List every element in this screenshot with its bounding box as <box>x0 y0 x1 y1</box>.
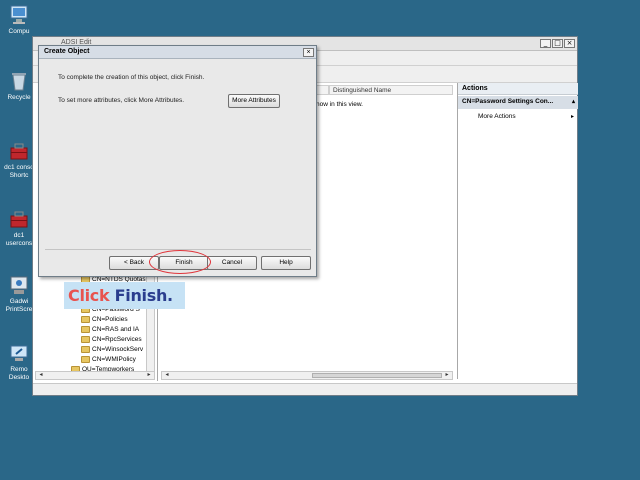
dialog-close-button[interactable]: × <box>303 48 314 57</box>
scroll-right-icon[interactable]: ▸ <box>443 372 451 379</box>
folder-icon <box>81 355 90 363</box>
desktop-icon-label: Gadwi <box>9 298 29 305</box>
create-object-dialog: Create Object × To complete the creation… <box>38 45 317 277</box>
actions-section-header[interactable]: CN=Password Settings Con... ▴ <box>458 96 578 109</box>
instruction-callout: Click Finish. <box>64 282 185 309</box>
more-actions-item[interactable]: More Actions ▸ <box>478 113 574 120</box>
tree-item[interactable]: CN=RpcServices <box>81 334 142 344</box>
dialog-instruction-finish: To complete the creation of this object,… <box>58 74 205 81</box>
scroll-right-icon[interactable]: ▸ <box>145 372 153 379</box>
desktop-icon-label-2: Deskto <box>8 374 30 381</box>
tree-item[interactable]: CN=WMIPolicy <box>81 354 136 364</box>
tree-item[interactable]: CN=Policies <box>81 314 128 324</box>
computer-icon <box>8 4 30 26</box>
remote-desktop-icon <box>8 342 30 364</box>
desktop-icon-label-2: Shortc <box>9 172 29 179</box>
desktop-icon-dc1-console-shortcut[interactable]: dc1 conso Shortc <box>2 140 36 180</box>
results-horizontal-scrollbar[interactable]: ◂ ▸ <box>161 371 453 380</box>
submenu-arrow-icon: ▸ <box>570 114 574 120</box>
dialog-title-bar[interactable]: Create Object × <box>39 46 316 59</box>
actions-header: Actions <box>458 83 578 95</box>
desktop-icon-dc1-usercons[interactable]: dc1 usercons <box>2 208 36 248</box>
more-attributes-button[interactable]: More Attributes <box>228 94 280 108</box>
maximize-button[interactable]: □ <box>552 39 563 48</box>
desktop-icon-label: dc1 <box>13 232 25 239</box>
finish-highlight-ring <box>149 250 211 274</box>
tree-item[interactable]: CN=RAS and IA <box>81 324 139 334</box>
printscreen-icon <box>8 274 30 296</box>
desktop-icon-label: Recycle <box>7 94 31 101</box>
help-button[interactable]: Help <box>261 256 311 270</box>
desktop-icon-label: dc1 conso <box>4 164 34 171</box>
desktop-icon-remote-desktop[interactable]: Remo Deskto <box>2 342 36 382</box>
folder-icon <box>81 345 90 353</box>
folder-icon <box>81 335 90 343</box>
scroll-left-icon[interactable]: ◂ <box>163 372 171 379</box>
desktop-icon-label-2: usercons <box>5 240 33 247</box>
folder-icon <box>81 315 90 323</box>
folder-icon <box>81 325 90 333</box>
desktop-icon-label-2: PrintScre <box>5 306 33 313</box>
desktop-icon-label: Compu <box>8 28 30 35</box>
dialog-title: Create Object <box>44 48 90 55</box>
desktop-icon-recycle-bin[interactable]: Recycle <box>2 70 36 102</box>
column-header-distinguished-name[interactable]: Distinguished Name <box>329 85 453 95</box>
tree-horizontal-scrollbar[interactable]: ◂ ▸ <box>35 371 155 380</box>
scroll-left-icon[interactable]: ◂ <box>37 372 45 379</box>
desktop-icon-gadwin-printscreen[interactable]: Gadwi PrintScre <box>2 274 36 314</box>
window-controls: _ □ × <box>540 39 575 48</box>
empty-view-message: now in this view. <box>316 101 363 108</box>
desktop-icon-computer[interactable]: Compu <box>2 4 36 36</box>
recycle-bin-icon <box>8 70 30 92</box>
status-bar <box>33 383 577 395</box>
cancel-button[interactable]: Cancel <box>207 256 257 270</box>
scroll-thumb[interactable] <box>312 373 442 378</box>
toolbox-icon <box>8 140 30 162</box>
tree-item[interactable]: CN=WinsockServ <box>81 344 143 354</box>
toolbox-icon <box>8 208 30 230</box>
minimize-button[interactable]: _ <box>540 39 551 48</box>
callout-word-finish: Finish. <box>114 286 173 305</box>
desktop-icon-label: Remo <box>10 366 28 373</box>
collapse-arrow-icon[interactable]: ▴ <box>572 96 575 108</box>
callout-word-click: Click <box>68 286 110 305</box>
actions-pane: Actions CN=Password Settings Con... ▴ Mo… <box>457 83 578 379</box>
dialog-instruction-more-attributes: To set more attributes, click More Attri… <box>58 97 185 104</box>
close-button[interactable]: × <box>564 39 575 48</box>
